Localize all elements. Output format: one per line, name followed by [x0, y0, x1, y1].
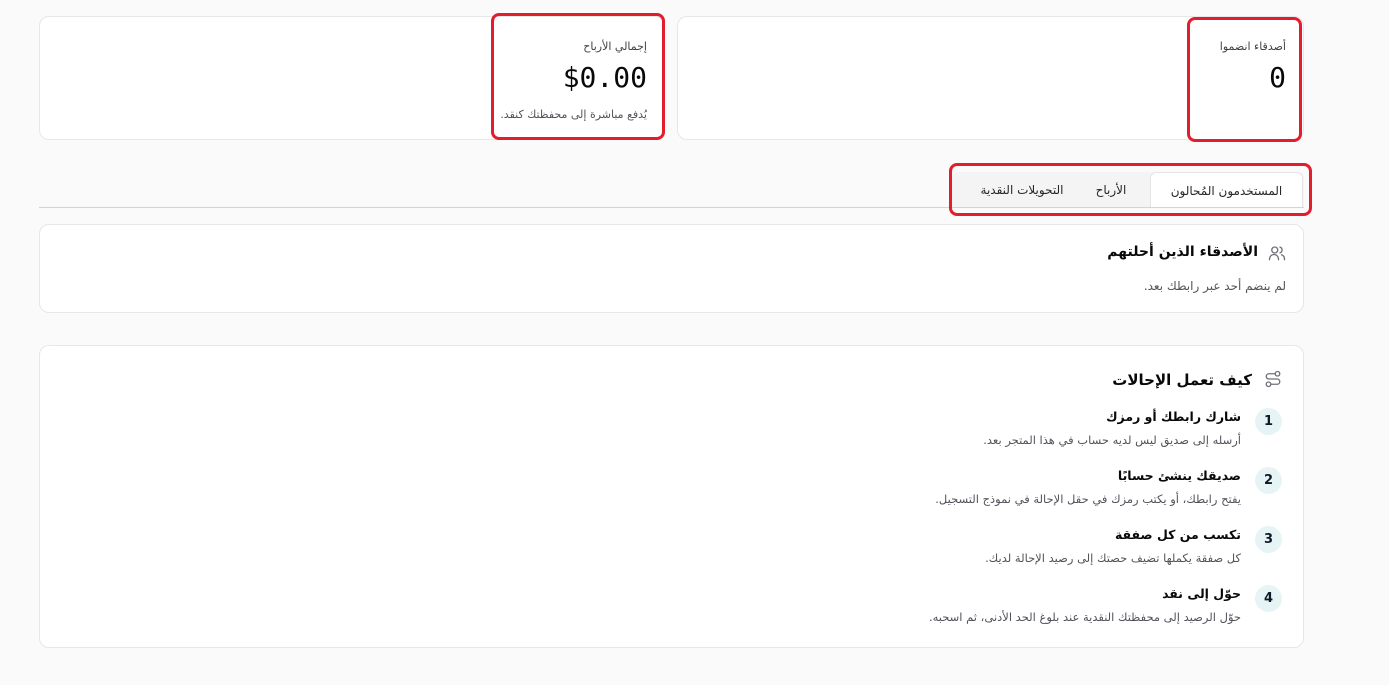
step-number-badge: 4: [1255, 585, 1282, 612]
tab-cash-transfers[interactable]: التحويلات النقدية: [970, 172, 1074, 208]
step-description: كل صفقة يكملها تضيف حصتك إلى رصيد الإحال…: [985, 551, 1241, 565]
friends-joined-value: 0: [1269, 61, 1286, 94]
step-number-badge: 1: [1255, 408, 1282, 435]
how-it-works-title: كيف تعمل الإحالات: [1112, 371, 1252, 389]
step-description: يفتح رابطك، أو يكتب رمزك في حقل الإحالة …: [935, 492, 1241, 506]
step-description: أرسله إلى صديق ليس لديه حساب في هذا المت…: [983, 433, 1241, 447]
tab-referred-users[interactable]: المستخدمون المُحالون: [1150, 172, 1303, 208]
how-it-works-card: كيف تعمل الإحالات 1 شارك رابطك أو رمزك أ…: [39, 345, 1304, 648]
referred-friends-empty: لم ينضم أحد عبر رابطك بعد.: [1143, 279, 1286, 293]
step-title: تكسب من كل صفقة: [1114, 527, 1241, 542]
total-earnings-note: يُدفع مباشرة إلى محفظتك كنقد.: [500, 108, 647, 121]
referred-friends-title: الأصدقاء الذين أحلتهم: [1107, 244, 1258, 260]
friends-joined-card: أصدقاء انضموا 0: [677, 16, 1304, 140]
friends-joined-label: أصدقاء انضموا: [1219, 40, 1286, 53]
step-title: صديقك ينشئ حسابًا: [1117, 468, 1241, 483]
step-number-badge: 3: [1255, 526, 1282, 553]
total-earnings-card: إجمالي الأرباح $0.00 يُدفع مباشرة إلى مح…: [39, 16, 665, 140]
route-icon: [1264, 370, 1282, 388]
step-number-badge: 2: [1255, 467, 1282, 494]
total-earnings-label: إجمالي الأرباح: [583, 40, 647, 53]
total-earnings-value: $0.00: [562, 61, 647, 94]
step-description: حوّل الرصيد إلى محفظتك النقدية عند بلوغ …: [928, 610, 1241, 624]
step-title: حوّل إلى نقد: [1162, 586, 1241, 601]
tabs-divider: [39, 207, 1304, 208]
step-title: شارك رابطك أو رمزك: [1106, 409, 1241, 424]
users-icon: [1268, 244, 1286, 262]
tab-earnings[interactable]: الأرباح: [1076, 172, 1146, 208]
referred-friends-card: الأصدقاء الذين أحلتهم لم ينضم أحد عبر را…: [39, 224, 1304, 313]
referral-tabs: المستخدمون المُحالون الأرباح التحويلات ا…: [952, 172, 1304, 208]
